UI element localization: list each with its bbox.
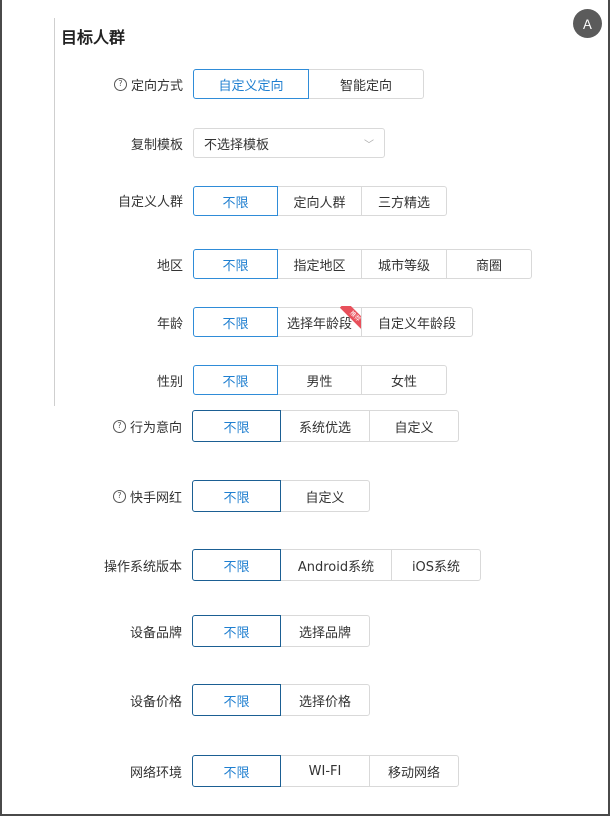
behavior-intent-unlimited[interactable]: 不限 [192,410,281,442]
device-brand-unlimited[interactable]: 不限 [192,615,281,647]
region-unlimited[interactable]: 不限 [193,249,278,279]
targeting-mode-label-text: 定向方式 [130,78,183,94]
custom-audience-third-party[interactable]: 三方精选 [361,186,447,216]
network-label: 网络环境 [129,765,182,781]
behavior-intent-label: ? 行为意向 [80,418,182,436]
network-mobile[interactable]: 移动网络 [369,755,459,787]
help-icon[interactable]: ? [112,419,126,433]
kuaishou-influencer-label-text: 快手网红 [129,490,182,506]
custom-audience-unlimited[interactable]: 不限 [193,186,278,216]
os-version-unlimited[interactable]: 不限 [192,549,281,581]
age-select-range[interactable]: 选择年龄段 推荐 [277,306,364,337]
os-version-label: 操作系统版本 [103,559,182,575]
translate-icon[interactable]: Ａ [573,9,602,38]
kuaishou-influencer-custom[interactable]: 自定义 [280,480,370,512]
behavior-intent-system[interactable]: 系统优选 [280,410,370,442]
targeting-mode-custom[interactable]: 自定义定向 [193,69,309,99]
device-price-select[interactable]: 选择价格 [280,684,370,716]
kuaishou-influencer-unlimited[interactable]: 不限 [192,480,281,512]
age-unlimited[interactable]: 不限 [193,307,278,337]
section-title: 目标人群 [61,28,126,47]
custom-audience-targeted[interactable]: 定向人群 [277,186,362,216]
region-specified[interactable]: 指定地区 [277,249,362,279]
age-group: 不限 选择年龄段 推荐 自定义年龄段 [193,306,473,337]
chevron-down-icon: ﹀ [364,139,374,151]
gender-male[interactable]: 男性 [277,365,362,395]
help-icon[interactable]: ? [112,489,126,503]
copy-template-select[interactable]: 不选择模板 ﹀ [193,128,385,158]
kuaishou-influencer-group: 不限 自定义 [192,480,370,512]
behavior-intent-custom[interactable]: 自定义 [369,410,459,442]
section-divider [54,18,55,406]
age-custom-range[interactable]: 自定义年龄段 [361,307,473,337]
copy-template-label: 复制模板 [130,137,183,153]
kuaishou-influencer-label: ? 快手网红 [80,488,182,506]
behavior-intent-group: 不限 系统优选 自定义 [192,410,459,442]
device-price-label: 设备价格 [129,694,182,710]
network-wifi[interactable]: WI-FI [280,755,370,787]
behavior-intent-label-text: 行为意向 [129,420,182,436]
gender-label: 性别 [156,374,183,390]
os-version-group: 不限 Android系统 iOS系统 [192,549,481,581]
network-group: 不限 WI-FI 移动网络 [192,755,459,787]
network-unlimited[interactable]: 不限 [192,755,281,787]
region-group: 不限 指定地区 城市等级 商圈 [193,249,532,279]
custom-audience-label: 自定义人群 [117,194,183,210]
custom-audience-group: 不限 定向人群 三方精选 [193,186,447,216]
os-version-android[interactable]: Android系统 [280,549,392,581]
device-price-group: 不限 选择价格 [192,684,370,716]
targeting-mode-smart[interactable]: 智能定向 [308,69,424,99]
device-brand-select[interactable]: 选择品牌 [280,615,370,647]
region-city-level[interactable]: 城市等级 [361,249,447,279]
age-label: 年龄 [156,316,183,332]
device-price-unlimited[interactable]: 不限 [192,684,281,716]
os-version-ios[interactable]: iOS系统 [391,549,481,581]
help-icon[interactable]: ? [113,77,127,91]
device-brand-group: 不限 选择品牌 [192,615,370,647]
targeting-mode-group: 自定义定向 智能定向 [193,69,424,99]
device-brand-label: 设备品牌 [129,625,182,641]
region-label: 地区 [156,258,183,274]
copy-template-value: 不选择模板 [204,137,270,153]
region-business-district[interactable]: 商圈 [446,249,532,279]
targeting-mode-label: ? 定向方式 [90,76,183,94]
gender-group: 不限 男性 女性 [193,365,447,395]
window-border-left [0,0,2,816]
gender-female[interactable]: 女性 [361,365,447,395]
gender-unlimited[interactable]: 不限 [193,365,278,395]
